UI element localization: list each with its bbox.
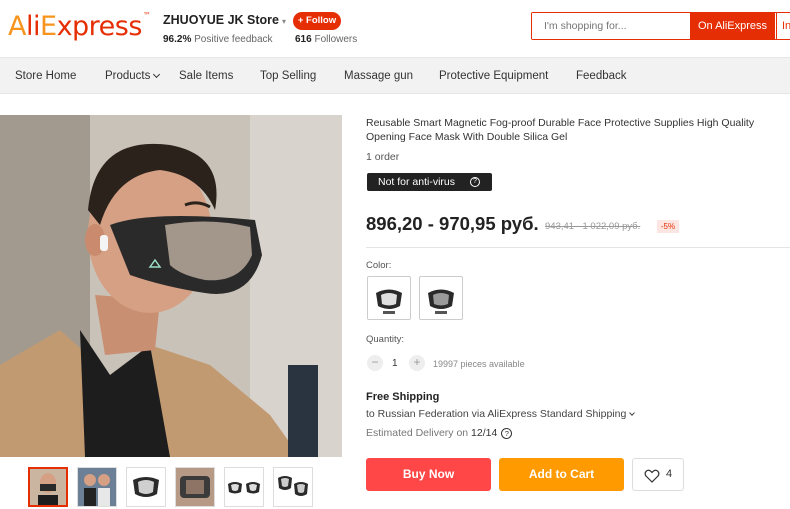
question-circle-icon[interactable]: ? bbox=[470, 177, 480, 187]
not-for-anti-virus-badge[interactable]: Not for anti-virus ? bbox=[367, 173, 492, 191]
wishlist-button[interactable]: 4 bbox=[632, 458, 684, 491]
nav-store-home[interactable]: Store Home bbox=[15, 58, 76, 95]
nav-products[interactable]: Products bbox=[105, 58, 161, 95]
search-input[interactable] bbox=[532, 13, 690, 39]
nav-feedback[interactable]: Feedback bbox=[576, 58, 627, 95]
original-price: 943,41 - 1 022,09 руб. bbox=[545, 221, 641, 232]
thumbnail-4[interactable] bbox=[175, 467, 215, 507]
wishlist-count: 4 bbox=[666, 468, 673, 480]
search-in-store-button[interactable]: In bbox=[776, 13, 790, 39]
product-main-image[interactable] bbox=[0, 115, 342, 457]
chevron-down-icon bbox=[629, 410, 636, 416]
store-header: AliExpress™ ZHUOYUE JK Store ▾ 96.2% Posi… bbox=[0, 0, 790, 57]
thumbnail-3[interactable] bbox=[126, 467, 166, 507]
nav-top-selling[interactable]: Top Selling bbox=[260, 58, 316, 95]
add-to-cart-button[interactable]: Add to Cart bbox=[499, 458, 624, 491]
pieces-available: 19997 pieces available bbox=[433, 359, 525, 369]
color-option-1[interactable] bbox=[367, 276, 411, 320]
order-count: 1 order bbox=[366, 151, 400, 163]
buy-now-button[interactable]: Buy Now bbox=[366, 458, 491, 491]
product-title: Reusable Smart Magnetic Fog-proof Durabl… bbox=[366, 117, 755, 143]
store-name[interactable]: ZHUOYUE JK Store ▾ bbox=[163, 13, 286, 27]
follow-button[interactable]: + Follow bbox=[293, 12, 341, 30]
store-feedback: 96.2% Positive feedback bbox=[163, 34, 273, 45]
aliexpress-logo[interactable]: AliExpress™ bbox=[8, 11, 151, 42]
product-photo bbox=[0, 115, 342, 457]
question-circle-icon[interactable]: ? bbox=[501, 427, 513, 439]
chevron-down-icon: ▾ bbox=[282, 17, 287, 26]
nav-massage-gun[interactable]: Massage gun bbox=[344, 58, 413, 95]
quantity-decrease-button[interactable]: − bbox=[367, 355, 383, 371]
nav-sale-items[interactable]: Sale Items bbox=[179, 58, 233, 95]
divider bbox=[366, 247, 790, 248]
nav-protective-equipment[interactable]: Protective Equipment bbox=[439, 58, 548, 95]
quantity-label: Quantity: bbox=[366, 334, 405, 345]
product-price: 896,20 - 970,95 руб. bbox=[366, 213, 539, 234]
shipping-destination[interactable]: to Russian Federation via AliExpress Sta… bbox=[366, 408, 636, 420]
thumbnail-1[interactable] bbox=[28, 467, 68, 507]
search-on-aliexpress-button[interactable]: On AliExpress bbox=[690, 13, 775, 39]
chevron-down-icon bbox=[153, 70, 161, 79]
quantity-value[interactable]: 1 bbox=[392, 358, 398, 369]
shipping-title: Free Shipping bbox=[366, 391, 440, 403]
store-followers: 616 Followers bbox=[295, 34, 358, 45]
color-label: Color: bbox=[366, 260, 392, 271]
quantity-increase-button[interactable]: + bbox=[409, 355, 425, 371]
thumbnail-6[interactable] bbox=[273, 467, 313, 507]
thumbnail-5[interactable] bbox=[224, 467, 264, 507]
thumbnail-2[interactable] bbox=[77, 467, 117, 507]
estimated-delivery: Estimated Delivery on 12/14? bbox=[366, 427, 513, 439]
discount-badge: -5% bbox=[657, 220, 679, 233]
heart-icon bbox=[644, 469, 660, 483]
color-option-2[interactable] bbox=[419, 276, 463, 320]
store-nav: Store Home Products Sale Items Top Selli… bbox=[0, 57, 790, 94]
search-bar: On AliExpress In bbox=[531, 12, 790, 40]
